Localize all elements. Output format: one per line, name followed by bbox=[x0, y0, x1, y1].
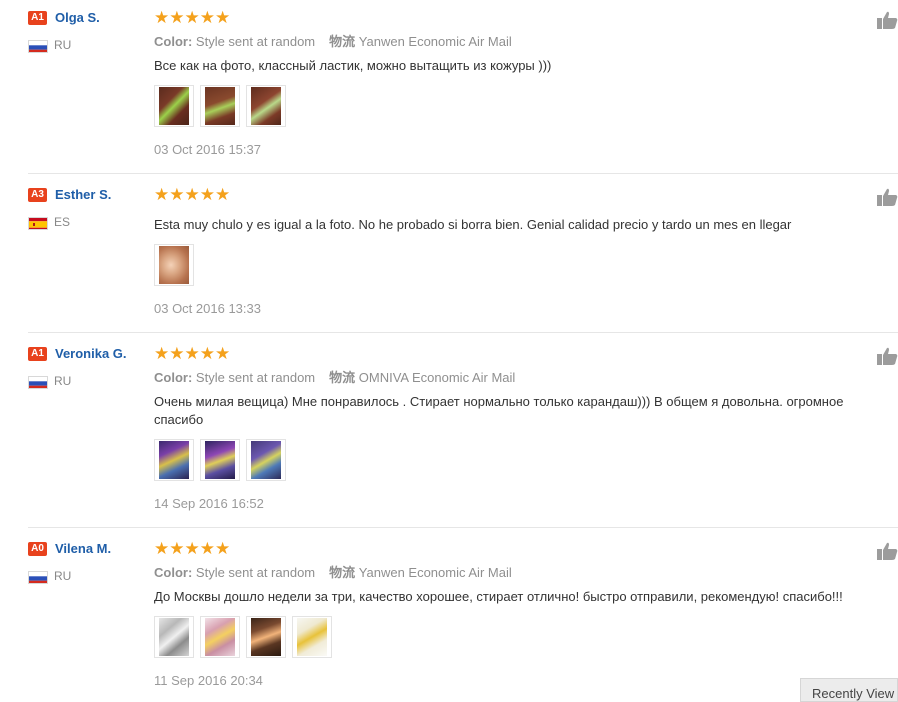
buyer-level-badge: A1 bbox=[28, 347, 47, 361]
review-photo-thumbnail[interactable] bbox=[200, 616, 240, 658]
color-label: Color: bbox=[154, 370, 193, 385]
color-value: Style sent at random bbox=[195, 34, 316, 49]
russia-flag-icon bbox=[28, 376, 48, 389]
buyer-level-badge: A3 bbox=[28, 188, 47, 202]
thumbs-up-icon[interactable] bbox=[876, 346, 898, 366]
buyer-level-badge: A0 bbox=[28, 542, 47, 556]
review-photo-thumbnail[interactable] bbox=[246, 85, 286, 127]
rating-stars: ★★★★★ bbox=[154, 344, 231, 363]
review-date: 11 Sep 2016 20:34 bbox=[154, 673, 263, 688]
color-label: Color: bbox=[154, 565, 193, 580]
review-divider bbox=[28, 332, 898, 333]
review-photos bbox=[154, 85, 286, 127]
review-photos bbox=[154, 439, 286, 481]
buyer-name-link[interactable]: Olga S. bbox=[55, 10, 100, 26]
review-photo-thumbnail[interactable] bbox=[200, 439, 240, 481]
logistics-label: 物流 bbox=[329, 565, 356, 580]
buyer-name-link[interactable]: Esther S. bbox=[55, 187, 111, 203]
buyer-name-link[interactable]: Vilena M. bbox=[55, 541, 111, 557]
russia-flag-icon bbox=[28, 40, 48, 53]
review-text: Все как на фото, классный ластик, можно … bbox=[154, 58, 552, 73]
recently-viewed-tab[interactable]: Recently View bbox=[800, 678, 898, 702]
review-date: 03 Oct 2016 15:37 bbox=[154, 142, 261, 157]
review-photo-thumbnail[interactable] bbox=[154, 85, 194, 127]
review-text: До Москвы дошло недели за три, качество … bbox=[154, 589, 843, 604]
review-divider bbox=[28, 173, 898, 174]
rating-stars: ★★★★★ bbox=[154, 539, 231, 558]
rating-stars: ★★★★★ bbox=[154, 8, 231, 27]
review-photo-thumbnail[interactable] bbox=[154, 244, 194, 286]
color-value: Style sent at random bbox=[195, 370, 316, 385]
logistics-value: Yanwen Economic Air Mail bbox=[358, 34, 512, 49]
color-label: Color: bbox=[154, 34, 193, 49]
buyer-country: RU bbox=[54, 38, 72, 52]
buyer-country: RU bbox=[54, 569, 72, 583]
spain-flag-icon bbox=[28, 217, 48, 230]
rating-stars: ★★★★★ bbox=[154, 185, 231, 204]
order-info: Color: Style sent at random 物流 Yanwen Eco… bbox=[154, 565, 512, 581]
review-text: Esta muy chulo y es igual a la foto. No … bbox=[154, 217, 792, 232]
review-photo-thumbnail[interactable] bbox=[200, 85, 240, 127]
review-photo-thumbnail[interactable] bbox=[246, 439, 286, 481]
review-date: 03 Oct 2016 13:33 bbox=[154, 301, 261, 316]
order-info: Color: Style sent at random 物流 OMNIVA Eco… bbox=[154, 370, 515, 386]
review-text: Очень милая вещица) Мне понравилось . Ст… bbox=[154, 394, 844, 427]
thumbs-up-icon[interactable] bbox=[876, 187, 898, 207]
review-photos bbox=[154, 244, 194, 286]
russia-flag-icon bbox=[28, 571, 48, 584]
buyer-level-badge: A1 bbox=[28, 11, 47, 25]
logistics-label: 物流 bbox=[329, 370, 356, 385]
review-photo-thumbnail[interactable] bbox=[246, 616, 286, 658]
buyer-country: RU bbox=[54, 374, 72, 388]
review-date: 14 Sep 2016 16:52 bbox=[154, 496, 264, 511]
review-photo-thumbnail[interactable] bbox=[154, 616, 194, 658]
logistics-label: 物流 bbox=[329, 34, 356, 49]
review-photos bbox=[154, 616, 332, 658]
review-photo-thumbnail[interactable] bbox=[292, 616, 332, 658]
review-divider bbox=[28, 527, 898, 528]
logistics-value: Yanwen Economic Air Mail bbox=[358, 565, 512, 580]
buyer-country: ES bbox=[54, 215, 71, 229]
color-value: Style sent at random bbox=[195, 565, 316, 580]
buyer-name-link[interactable]: Veronika G. bbox=[55, 346, 127, 362]
logistics-value: OMNIVA Economic Air Mail bbox=[358, 370, 516, 385]
thumbs-up-icon[interactable] bbox=[876, 10, 898, 30]
thumbs-up-icon[interactable] bbox=[876, 541, 898, 561]
order-info: Color: Style sent at random 物流 Yanwen Eco… bbox=[154, 34, 512, 50]
review-photo-thumbnail[interactable] bbox=[154, 439, 194, 481]
